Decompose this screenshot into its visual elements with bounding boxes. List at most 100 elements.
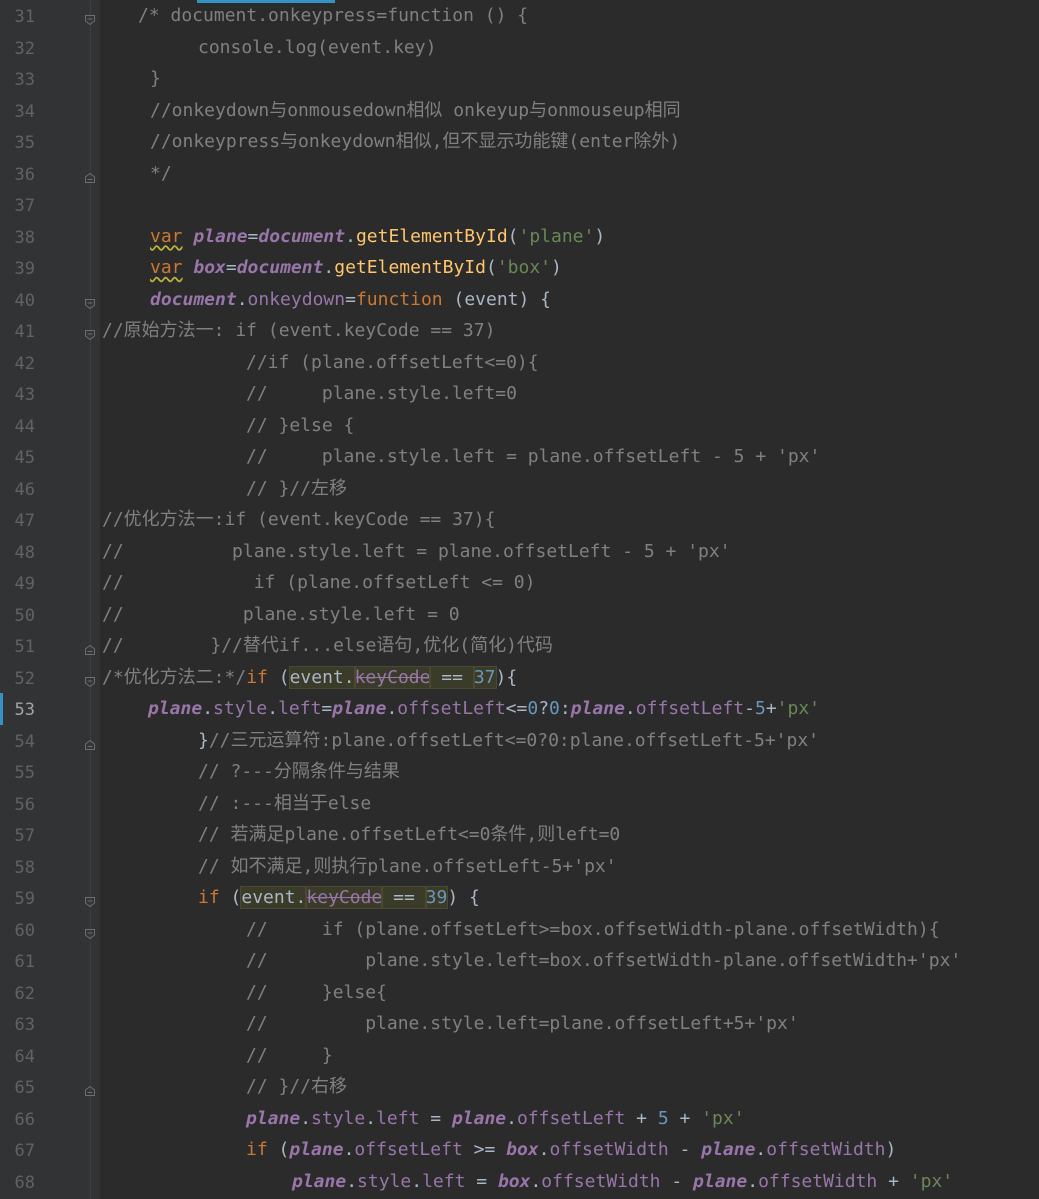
line-number[interactable]: 31 bbox=[0, 6, 35, 28]
code-text[interactable]: //优化方法一:if (event.keyCode == 37){ bbox=[102, 508, 1039, 532]
code-line[interactable]: 41 //原始方法一: if (event.keyCode == 37) bbox=[0, 315, 1039, 347]
code-text[interactable]: plane.style.left = box.offsetWidth - pla… bbox=[292, 1170, 1039, 1194]
code-text[interactable]: // }//右移 bbox=[246, 1075, 1039, 1099]
fold-expanded-icon[interactable] bbox=[84, 924, 96, 939]
line-number[interactable]: 53 bbox=[0, 699, 35, 721]
line-number[interactable]: 65 bbox=[0, 1077, 35, 1099]
code-line[interactable]: 38 var plane=document.getElementById('pla… bbox=[0, 221, 1039, 253]
code-text[interactable]: // }//左移 bbox=[246, 477, 1039, 501]
fold-expanded-icon[interactable] bbox=[84, 892, 96, 908]
line-number[interactable]: 35 bbox=[0, 132, 35, 154]
line-number[interactable]: 48 bbox=[0, 542, 35, 564]
code-line[interactable]: 34 //onkeydown与onmousedown相似 onkeyup与onmo… bbox=[0, 95, 1039, 127]
line-number[interactable]: 34 bbox=[0, 101, 35, 123]
line-number[interactable]: 42 bbox=[0, 353, 35, 375]
line-number[interactable]: 43 bbox=[0, 384, 35, 406]
fold-end-icon[interactable] bbox=[84, 168, 96, 183]
code-line[interactable]: 52 /*优化方法二:*/if (event.keyCode == 37){ bbox=[0, 662, 1039, 694]
code-text[interactable]: /* document.onkeypress=function () { bbox=[138, 4, 1039, 28]
line-number[interactable]: 51 bbox=[0, 636, 35, 658]
code-line[interactable]: 65 // }//右移 bbox=[0, 1071, 1039, 1103]
code-text[interactable]: // 若满足plane.offsetLeft<=0条件,则left=0 bbox=[198, 823, 1039, 847]
code-line[interactable]: 42 //if (plane.offsetLeft<=0){ bbox=[0, 347, 1039, 379]
code-text[interactable]: console.log(event.key) bbox=[198, 36, 1039, 60]
code-text[interactable]: //onkeypress与onkeydown相似,但不显示功能键(enter除外… bbox=[150, 130, 1039, 154]
code-line[interactable]: 67 if (plane.offsetLeft >= box.offsetWidt… bbox=[0, 1134, 1039, 1166]
code-line[interactable]: 40 document.onkeydown=function (event) { bbox=[0, 284, 1039, 316]
code-line[interactable]: 49 // if (plane.offsetLeft <= 0) bbox=[0, 567, 1039, 599]
code-line[interactable]: 44 // }else { bbox=[0, 410, 1039, 442]
code-line[interactable]: 37 bbox=[0, 189, 1039, 221]
code-line[interactable]: 31 /* document.onkeypress=function () { bbox=[0, 0, 1039, 32]
line-number[interactable]: 68 bbox=[0, 1172, 35, 1194]
code-text[interactable]: var plane=document.getElementById('plane… bbox=[150, 225, 1039, 249]
code-text[interactable]: // }//替代if...else语句,优化(简化)代码 bbox=[102, 634, 1039, 658]
line-number[interactable]: 46 bbox=[0, 479, 35, 501]
line-number[interactable]: 52 bbox=[0, 668, 35, 690]
fold-end-icon[interactable] bbox=[84, 1081, 96, 1096]
line-number[interactable]: 39 bbox=[0, 258, 35, 280]
code-text[interactable]: //原始方法一: if (event.keyCode == 37) bbox=[102, 319, 1039, 343]
code-text[interactable]: // if (plane.offsetLeft <= 0) bbox=[102, 571, 1039, 595]
line-number[interactable]: 55 bbox=[0, 762, 35, 784]
code-text[interactable]: if (plane.offsetLeft >= box.offsetWidth … bbox=[246, 1138, 1039, 1162]
code-line[interactable]: 36 */ bbox=[0, 158, 1039, 190]
line-number[interactable]: 36 bbox=[0, 164, 35, 186]
line-number[interactable]: 33 bbox=[0, 69, 35, 91]
fold-end-icon[interactable] bbox=[84, 735, 96, 750]
code-line[interactable]: 57 // 若满足plane.offsetLeft<=0条件,则left=0 bbox=[0, 819, 1039, 851]
code-line[interactable]: 66 plane.style.left = plane.offsetLeft + … bbox=[0, 1103, 1039, 1135]
code-line[interactable]: 55 // ?---分隔条件与结果 bbox=[0, 756, 1039, 788]
line-number[interactable]: 64 bbox=[0, 1046, 35, 1068]
line-number[interactable]: 63 bbox=[0, 1014, 35, 1036]
code-line[interactable]: 51 // }//替代if...else语句,优化(简化)代码 bbox=[0, 630, 1039, 662]
code-line[interactable]: 60 // if (plane.offsetLeft>=box.offsetWid… bbox=[0, 914, 1039, 946]
code-line[interactable]: 54}//三元运算符:plane.offsetLeft<=0?0:plane.o… bbox=[0, 725, 1039, 757]
line-number[interactable]: 54 bbox=[0, 731, 35, 753]
code-text[interactable]: if (event.keyCode == 39) { bbox=[198, 886, 1039, 910]
code-text[interactable]: } bbox=[150, 67, 1039, 91]
line-number[interactable]: 32 bbox=[0, 38, 35, 60]
line-number[interactable]: 47 bbox=[0, 510, 35, 532]
line-number[interactable]: 41 bbox=[0, 321, 35, 343]
fold-expanded-icon[interactable] bbox=[84, 672, 96, 687]
code-text[interactable]: // }else{ bbox=[246, 981, 1039, 1005]
code-line[interactable]: 61 // plane.style.left=box.offsetWidth-pl… bbox=[0, 945, 1039, 977]
code-text[interactable]: // plane.style.left=box.offsetWidth-plan… bbox=[246, 949, 1039, 973]
code-text[interactable]: var box=document.getElementById('box') bbox=[150, 256, 1039, 280]
line-number[interactable]: 59 bbox=[0, 888, 35, 910]
line-number[interactable]: 58 bbox=[0, 857, 35, 879]
code-text[interactable]: // plane.style.left = plane.offsetLeft -… bbox=[102, 540, 1039, 564]
code-line[interactable]: 35 //onkeypress与onkeydown相似,但不显示功能键(enter… bbox=[0, 126, 1039, 158]
code-line[interactable]: 48 // plane.style.left = plane.offsetLeft… bbox=[0, 536, 1039, 568]
code-text[interactable]: // plane.style.left = 0 bbox=[102, 603, 1039, 627]
line-number[interactable]: 67 bbox=[0, 1140, 35, 1162]
line-number[interactable]: 40 bbox=[0, 290, 35, 312]
code-text[interactable]: plane.style.left = plane.offsetLeft + 5 … bbox=[246, 1107, 1039, 1131]
code-line[interactable]: 47 //优化方法一:if (event.keyCode == 37){ bbox=[0, 504, 1039, 536]
code-text[interactable]: */ bbox=[150, 162, 1039, 186]
code-line[interactable]: 56 // :---相当于else bbox=[0, 788, 1039, 820]
code-text[interactable]: /*优化方法二:*/if (event.keyCode == 37){ bbox=[102, 665, 1039, 690]
code-line[interactable]: 33} bbox=[0, 63, 1039, 95]
code-lines[interactable]: 31 /* document.onkeypress=function () { 32… bbox=[0, 0, 1039, 1197]
code-line[interactable]: 39 var box=document.getElementById('box') bbox=[0, 252, 1039, 284]
code-line[interactable]: 62 // }else{ bbox=[0, 977, 1039, 1009]
code-editor[interactable]: 31 /* document.onkeypress=function () { 32… bbox=[0, 0, 1039, 1199]
fold-end-icon[interactable] bbox=[84, 640, 96, 655]
code-line[interactable]: 50 // plane.style.left = 0 bbox=[0, 599, 1039, 631]
code-text[interactable]: // :---相当于else bbox=[198, 792, 1039, 816]
line-number[interactable]: 61 bbox=[0, 951, 35, 973]
line-number[interactable]: 50 bbox=[0, 605, 35, 627]
code-line[interactable]: 58 // 如不满足,则执行plane.offsetLeft-5+'px' bbox=[0, 851, 1039, 883]
line-number[interactable]: 37 bbox=[0, 195, 35, 217]
fold-expanded-icon[interactable] bbox=[84, 10, 96, 26]
code-text[interactable]: // }else { bbox=[246, 414, 1039, 438]
code-text[interactable]: // plane.style.left = plane.offsetLeft -… bbox=[246, 445, 1039, 469]
code-text[interactable]: //onkeydown与onmousedown相似 onkeyup与onmous… bbox=[150, 99, 1039, 123]
code-line[interactable]: 46 // }//左移 bbox=[0, 473, 1039, 505]
code-text[interactable]: //if (plane.offsetLeft<=0){ bbox=[246, 351, 1039, 375]
code-text[interactable]: // plane.style.left=plane.offsetLeft+5+'… bbox=[246, 1012, 1039, 1036]
code-line[interactable]: 43 // plane.style.left=0 bbox=[0, 378, 1039, 410]
line-number[interactable]: 49 bbox=[0, 573, 35, 595]
